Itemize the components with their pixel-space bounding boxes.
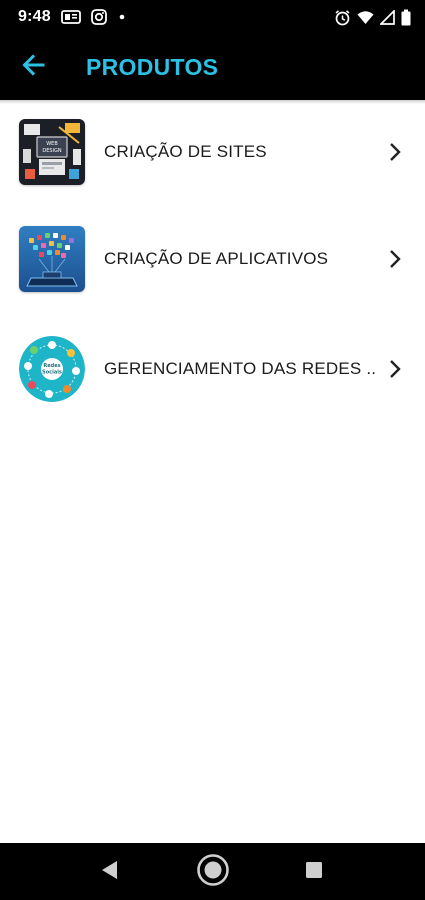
instagram-icon [90, 9, 107, 25]
item-label: CRIAÇÃO DE SITES [104, 142, 267, 161]
svg-text:WEB: WEB [46, 141, 58, 147]
page-title: PRODUTOS [86, 53, 219, 80]
wifi-icon [357, 10, 374, 25]
svg-text:DESIGN: DESIGN [42, 148, 62, 154]
recents-square-icon [305, 861, 323, 884]
nav-recents-button[interactable] [297, 855, 331, 889]
app-development-thumbnail [19, 226, 85, 292]
product-list: WEB DESIGN CRIAÇÃO DE SITES CRIAÇÃO DE A… [0, 100, 425, 424]
status-right [334, 9, 411, 26]
chevron-right-icon [386, 141, 404, 163]
status-left: 9:48 [18, 8, 127, 26]
item-label: GERENCIAMENTO DAS REDES ... [104, 359, 376, 378]
arrow-left-icon [21, 53, 45, 81]
chevron-right-icon [386, 358, 404, 380]
status-bar: 9:48 [0, 0, 425, 34]
nav-home-button[interactable] [194, 853, 232, 892]
back-button[interactable] [0, 34, 68, 100]
item-label: CRIAÇÃO DE APLICATIVOS [104, 249, 329, 268]
alarm-icon [334, 9, 351, 26]
nav-back-button[interactable] [92, 855, 128, 889]
social-networks-thumbnail: Redes Sociais [19, 336, 85, 402]
list-item-criacao-de-sites[interactable]: WEB DESIGN CRIAÇÃO DE SITES [0, 100, 425, 204]
home-circle-icon [196, 853, 230, 892]
list-item-criacao-de-aplicativos[interactable]: CRIAÇÃO DE APLICATIVOS [0, 204, 425, 314]
svg-text:Redes: Redes [43, 363, 60, 369]
app-bar: PRODUTOS [0, 34, 425, 100]
chevron-right-icon [386, 248, 404, 270]
svg-text:Sociais: Sociais [42, 370, 62, 376]
notification-card-icon [60, 9, 81, 25]
signal-icon [380, 9, 395, 25]
battery-icon [401, 9, 411, 26]
back-triangle-icon [101, 860, 119, 885]
status-time: 9:48 [18, 8, 51, 25]
system-nav-bar [0, 843, 425, 900]
list-item-gerenciamento-das-redes[interactable]: Redes Sociais GERENCIAMENTO DAS REDES ..… [0, 314, 425, 424]
dot-icon [117, 12, 127, 22]
web-design-thumbnail: WEB DESIGN [19, 119, 85, 185]
